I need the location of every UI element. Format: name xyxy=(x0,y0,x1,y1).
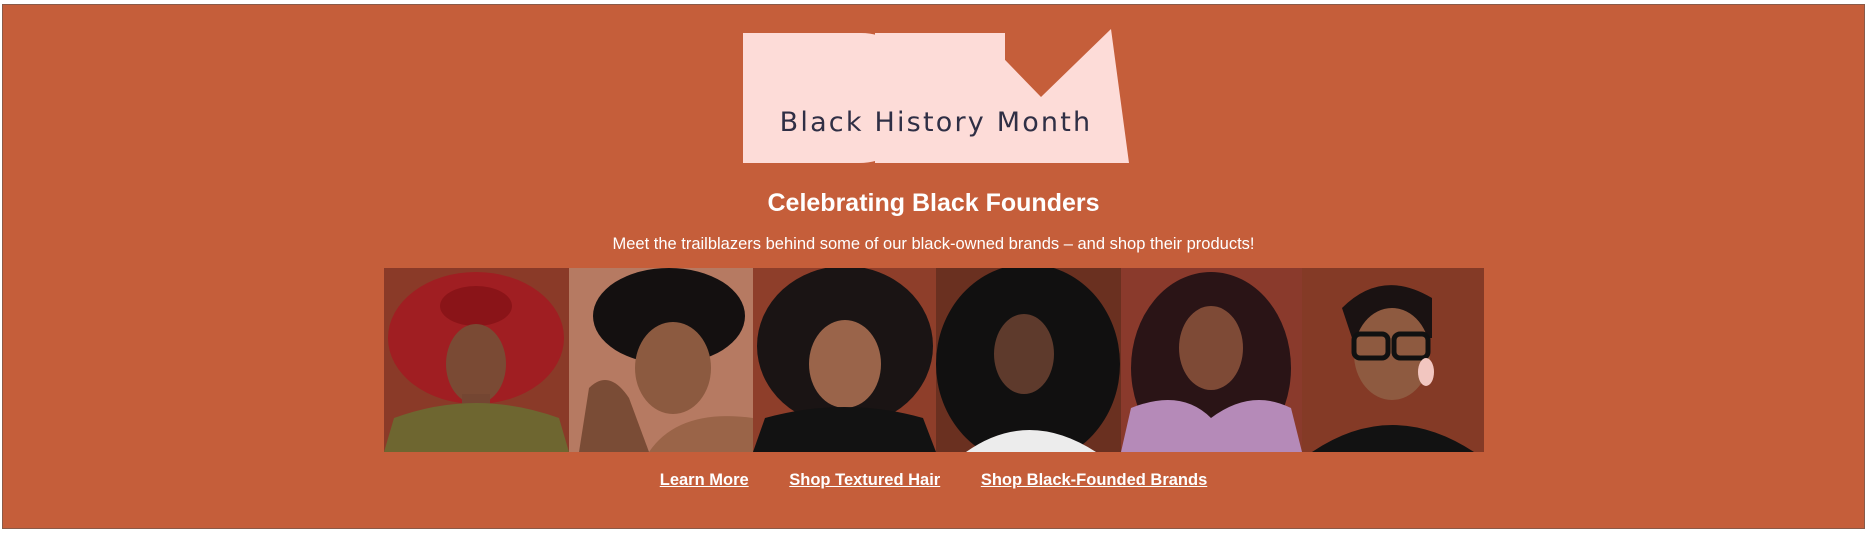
learn-more-link[interactable]: Learn More xyxy=(660,471,749,489)
shop-black-founded-brands-link[interactable]: Shop Black-Founded Brands xyxy=(981,471,1207,489)
founders-photo-strip xyxy=(384,268,1484,452)
founder-portrait xyxy=(569,268,753,452)
bhm-logo: Black History Month xyxy=(741,25,1131,163)
subline: Meet the trailblazers behind some of our… xyxy=(612,235,1255,253)
headline: Celebrating Black Founders xyxy=(767,189,1100,217)
bhm-logo-shapes xyxy=(743,29,1129,163)
black-history-month-banner: Black History Month Celebrating Black Fo… xyxy=(2,4,1865,529)
cta-links: Learn More Shop Textured Hair Shop Black… xyxy=(3,471,1864,490)
founder-portrait xyxy=(753,268,936,452)
shop-textured-hair-link[interactable]: Shop Textured Hair xyxy=(789,471,940,489)
logo-caption: Black History Month xyxy=(779,107,1093,138)
founder-portrait xyxy=(936,268,1121,452)
founder-portrait xyxy=(1121,268,1302,452)
founder-portrait xyxy=(384,268,569,452)
founder-portrait xyxy=(1302,268,1484,452)
